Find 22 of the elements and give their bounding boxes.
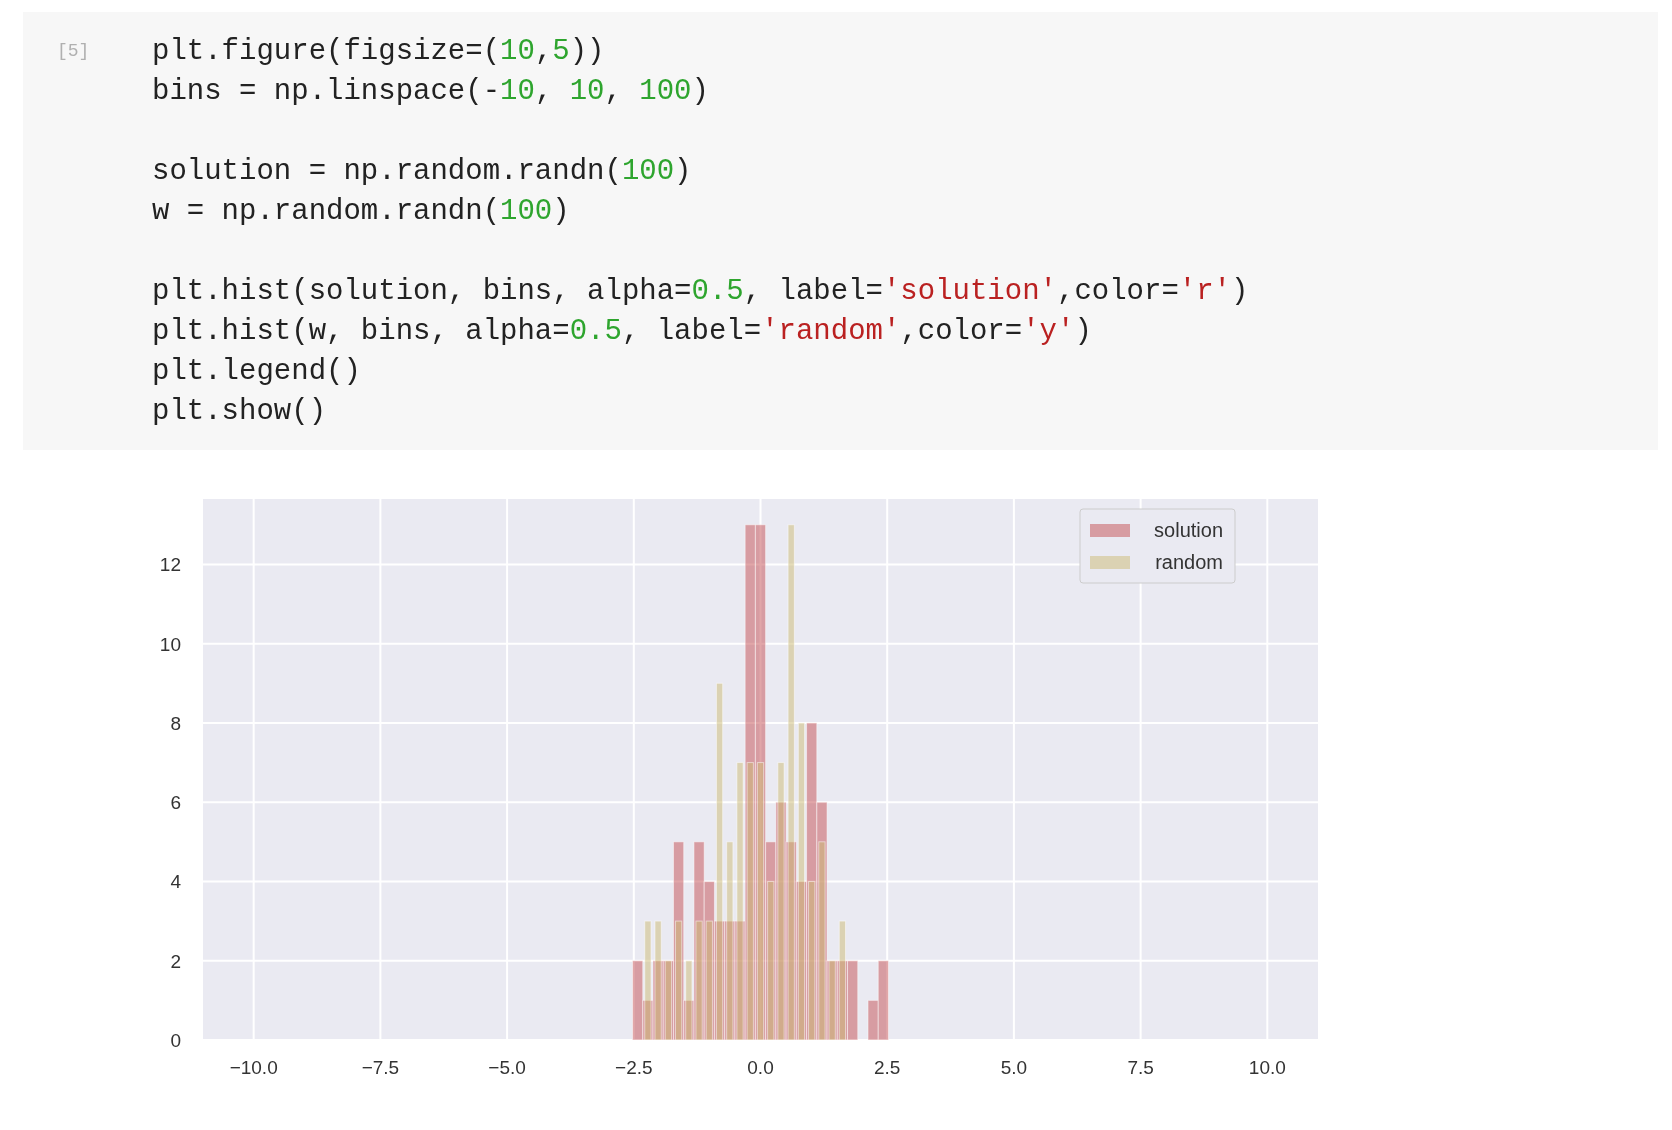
axis-tick-label: 7.5: [1127, 1057, 1154, 1078]
axis-tick-label: 0: [170, 1030, 181, 1051]
axis-tick-label: 2.5: [874, 1057, 901, 1078]
axis-tick-label: 12: [159, 554, 181, 576]
legend-swatch: [1090, 556, 1130, 569]
axis-tick-label: 6: [170, 792, 181, 814]
axis-tick-label: 5.0: [1000, 1057, 1028, 1078]
axis-tick-label: −5.0: [488, 1057, 526, 1078]
axis-tick-label: 0.0: [747, 1057, 774, 1078]
execution-count: [5]: [57, 41, 90, 61]
axis-tick-label: 10: [159, 633, 181, 655]
legend-swatch: [1090, 524, 1130, 537]
axis-tick-label: −7.5: [361, 1057, 400, 1078]
axis-tick-label: 4: [170, 871, 181, 893]
axis-tick-label: 8: [170, 712, 181, 734]
legend-label: solution: [1154, 519, 1223, 541]
axis-tick-label: −10.0: [229, 1057, 278, 1078]
axis-tick-label: 2: [170, 950, 181, 972]
axis-tick-label: 10.0: [1248, 1057, 1286, 1078]
legend-label: random: [1155, 551, 1223, 573]
code-block[interactable]: plt.figure(figsize=(10,5)) bins = np.linspace(-10, 10, 100) solution = np.random.randn(100) w = np.random.randn(100) plt.hist(solution, bins, alpha=0.5, label='solution',color='r') plt.hist(w, bins, alpha=0.5, label='random',color='y') plt.legend() plt.show(): [152, 12, 1249, 450]
axis-tick-label: −2.5: [615, 1057, 653, 1078]
